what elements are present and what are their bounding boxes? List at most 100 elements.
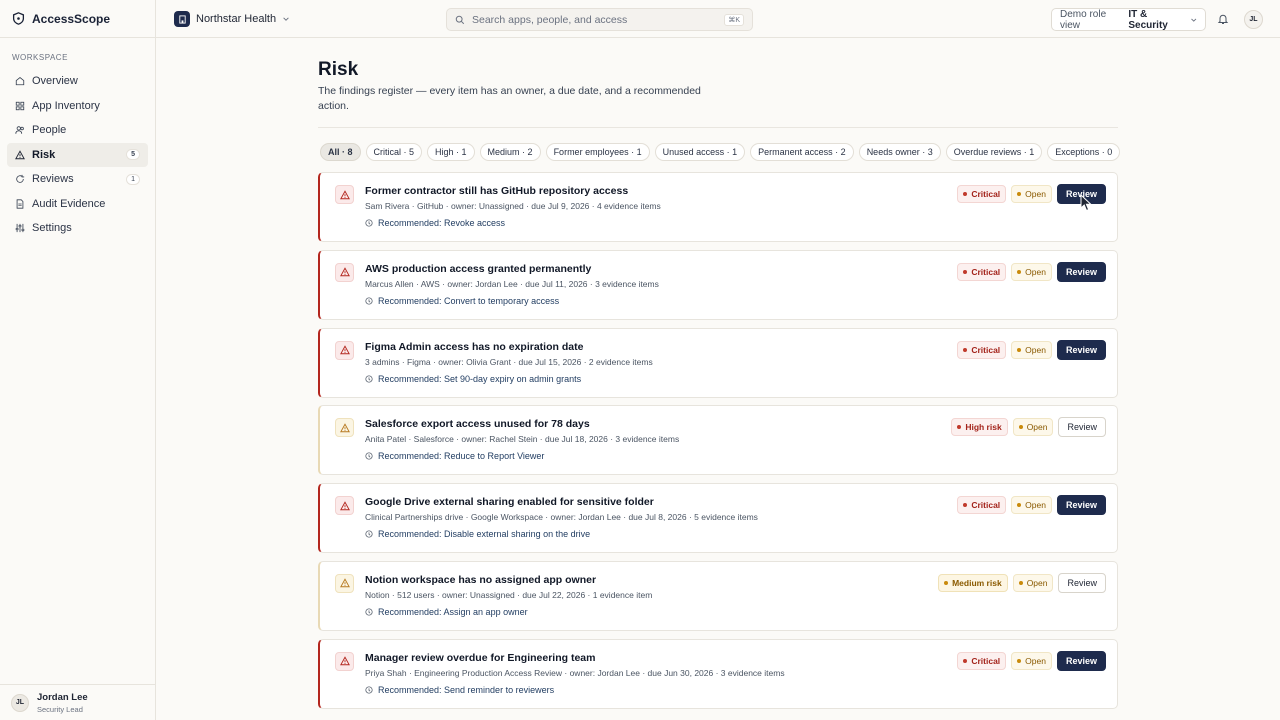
finding-card[interactable]: Salesforce export access unused for 78 d… [318,405,1118,476]
shield-icon [12,12,25,25]
filter-chip[interactable]: Overdue reviews · 1 [945,143,1043,161]
brand[interactable]: AccessScope [0,0,155,38]
finding-meta: 3 admins · Figma · owner: Olivia Grant ·… [365,356,653,367]
dot-icon [1017,347,1022,352]
warning-icon [335,418,354,438]
dot-icon [963,658,968,663]
chevron-down-icon [1190,18,1196,22]
recommendation-text: Recommended: Disable external sharing on… [378,529,591,540]
finding-title[interactable]: Google Drive external sharing enabled fo… [365,496,654,508]
finding-title[interactable]: AWS production access granted permanentl… [365,263,591,275]
sidebar-item-label: People [32,124,67,136]
page-title: Risk [318,59,359,80]
finding-card[interactable]: Google Drive external sharing enabled fo… [318,483,1118,554]
sidebar-item-app-inventory[interactable]: App Inventory [7,94,148,118]
finding-actions: Medium risk Open Review [938,572,1106,593]
filter-chip[interactable]: Medium · 2 [479,143,541,161]
role-view-label: Demo role view [1060,8,1107,31]
finding-meta: Clinical Partnerships drive · Google Wor… [365,512,758,523]
info-circle-icon [365,219,373,227]
sidebar-item-label: App Inventory [32,99,100,112]
org-name: Northstar Health [196,13,277,25]
user-role: Security Lead [37,704,83,714]
chevron-down-icon [283,17,289,21]
dot-icon [963,269,968,274]
filter-chip[interactable]: Critical · 5 [365,143,423,161]
finding-recommendation: Recommended: Set 90-day expiry on admin … [365,374,581,384]
finding-title[interactable]: Figma Admin access has no expiration dat… [365,341,583,353]
finding-title[interactable]: Former contractor still has GitHub repos… [365,185,628,197]
search-input[interactable] [472,13,718,26]
info-circle-icon [365,530,373,538]
finding-title[interactable]: Salesforce export access unused for 78 d… [365,418,590,430]
sidebar-item-audit-evidence[interactable]: Audit Evidence [7,192,148,216]
finding-actions: High risk Open Review [951,417,1106,438]
org-switcher[interactable]: Northstar Health [174,11,290,27]
finding-title[interactable]: Manager review overdue for Engineering t… [365,652,595,664]
role-view-select[interactable]: Demo role view IT & Security [1051,8,1206,31]
sidebar-nav: Overview App Inventory People Risk 5 Reviews 1… [0,69,155,240]
info-circle-icon [365,686,373,694]
sidebar-item-reviews[interactable]: Reviews 1 [7,167,148,191]
people-icon [15,126,24,134]
dot-icon [1018,425,1023,430]
finding-title[interactable]: Notion workspace has no assigned app own… [365,574,596,586]
review-button[interactable]: Review [1056,261,1106,282]
filter-chip[interactable]: All · 8 [320,143,361,161]
sidebar-item-people[interactable]: People [7,118,148,142]
filter-chip[interactable]: Exceptions · 0 [1047,143,1121,161]
search-icon [455,15,465,24]
filter-chip[interactable]: Needs owner · 3 [858,143,941,161]
search-bar[interactable]: ⌘K [446,8,753,31]
filter-chip[interactable]: Former employees · 1 [545,143,650,161]
filter-chip[interactable]: Permanent access · 2 [750,143,854,161]
warning-icon [335,651,354,671]
warning-icon [335,262,354,282]
filter-chip[interactable]: High · 1 [427,143,475,161]
finding-card[interactable]: AWS production access granted permanentl… [318,249,1118,320]
sidebar-item-label: Overview [32,75,78,87]
sidebar-item-risk[interactable]: Risk 5 [7,142,148,167]
filter-chip[interactable]: Unused access · 1 [654,143,746,161]
finding-card[interactable]: Former contractor still has GitHub repos… [318,172,1118,242]
status-label: Open [1025,266,1046,277]
dot-icon [963,503,968,508]
recommendation-text: Recommended: Reduce to Report Viewer [378,451,545,462]
warning-icon [335,340,354,360]
finding-card[interactable]: Notion workspace has no assigned app own… [318,560,1118,631]
warning-icon [335,185,354,204]
sidebar-item-label: Settings [32,222,72,234]
finding-recommendation: Recommended: Reduce to Report Viewer [365,451,544,461]
finding-recommendation: Recommended: Revoke access [365,218,505,228]
review-button[interactable]: Review [1056,650,1106,671]
app-name: AccessScope [32,11,111,26]
severity-badge: Critical [957,185,1007,203]
finding-recommendation: Recommended: Disable external sharing on… [365,529,590,539]
user-profile[interactable]: JL Jordan Lee Security Lead [0,684,155,720]
sidebar-item-settings[interactable]: Settings [7,216,148,240]
avatar: JL [11,693,29,712]
review-button[interactable]: Review [1058,572,1106,593]
mouse-cursor-icon [1080,194,1093,212]
review-button[interactable]: Review [1058,417,1106,438]
finding-card[interactable]: Manager review overdue for Engineering t… [318,638,1118,709]
severity-badge: Critical [957,496,1007,515]
dot-icon [1017,192,1022,196]
sidebar-item-overview[interactable]: Overview [7,69,148,93]
warning-icon [335,573,354,593]
review-button[interactable]: Review [1056,339,1106,360]
divider [318,127,1118,128]
recommendation-text: Recommended: Convert to temporary access [378,295,560,306]
bell-icon[interactable] [1217,13,1229,25]
recommendation-text: Recommended: Assign an app owner [378,606,528,617]
info-circle-icon [365,452,373,460]
status-badge: Open [1011,262,1052,281]
sidebar: AccessScope WORKSPACE Overview App Invent… [0,0,156,720]
severity-label: Medium risk [952,577,1002,588]
severity-badge: High risk [951,418,1008,437]
review-button[interactable]: Review [1056,495,1106,516]
avatar[interactable]: JL [1244,10,1263,29]
finding-card[interactable]: Figma Admin access has no expiration dat… [318,327,1118,398]
finding-meta: Anita Patel · Salesforce · owner: Rachel… [365,434,680,445]
dot-icon [944,580,949,585]
